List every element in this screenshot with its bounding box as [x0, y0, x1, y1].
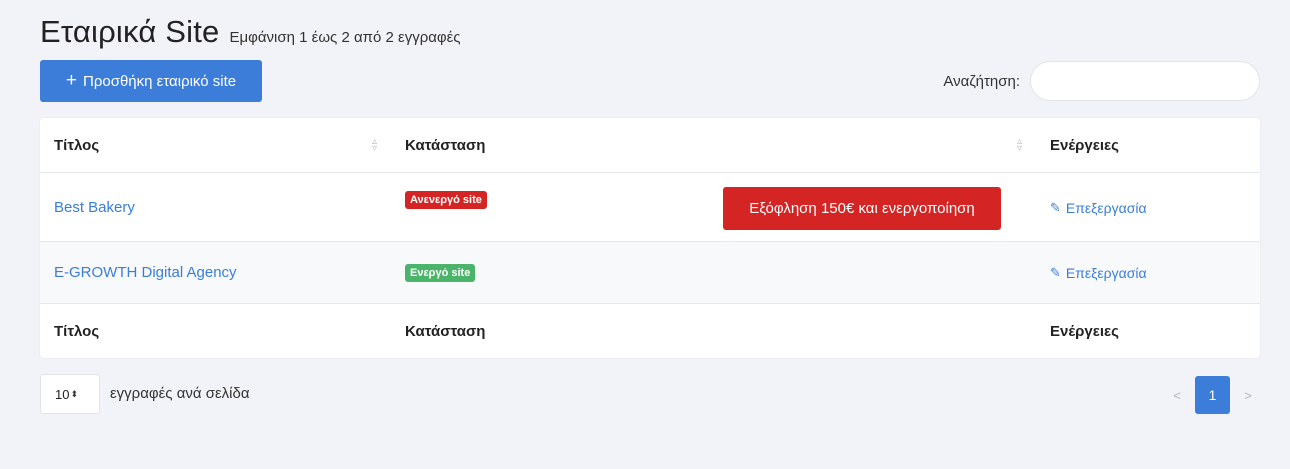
status-badge-inactive: Ανενεργό site — [405, 190, 487, 209]
sites-table-card: Τίτλος ▵ ▿ Κατάσταση ▵ ▿ Ενέργειες Best Ba… — [40, 118, 1260, 358]
edit-link[interactable]: ✎ Επεξεργασία — [1050, 200, 1147, 216]
edit-link[interactable]: ✎ Επεξεργασία — [1050, 265, 1147, 281]
add-site-label: Προσθήκη εταιρικό site — [83, 72, 237, 90]
edit-label: Επεξεργασία — [1065, 265, 1147, 281]
cell-actions: ✎ Επεξεργασία — [1036, 241, 1260, 304]
pagination: < 1 > — [1165, 374, 1260, 416]
column-header-title[interactable]: Τίτλος ▵ ▿ — [40, 118, 391, 173]
edit-label: Επεξεργασία — [1065, 199, 1147, 216]
table-row: E-GROWTH Digital Agency Ενεργό site ✎ Επ… — [40, 241, 1260, 304]
plus-icon: + — [65, 69, 77, 91]
sort-icon[interactable]: ▵ ▿ — [1017, 137, 1022, 154]
site-link-best-bakery[interactable]: Best Bakery — [54, 199, 135, 216]
search-label: Αναζήτηση: — [943, 72, 1020, 90]
records-info: Εμφάνιση 1 έως 2 από 2 εγγραφές — [229, 29, 461, 46]
column-header-status[interactable]: Κατάσταση ▵ ▿ — [391, 118, 1036, 173]
add-site-button[interactable]: + Προσθήκη εταιρικό site — [40, 60, 262, 102]
edit-icon: ✎ — [1050, 199, 1061, 215]
select-arrows-icon: ⬍ — [70, 388, 79, 399]
search-area: Αναζήτηση: — [943, 60, 1260, 102]
edit-icon: ✎ — [1050, 265, 1061, 280]
table-row: Best Bakery Ανενεργό site Εξόφληση 150€ … — [40, 172, 1260, 242]
cell-status: Ενεργό site — [391, 241, 1036, 304]
column-header-title-label: Τίτλος — [54, 136, 100, 154]
search-input[interactable] — [1030, 61, 1260, 101]
pay-activate-button[interactable]: Εξόφληση 150€ και ενεργοποίηση — [723, 187, 1001, 230]
toolbar: + Προσθήκη εταιρικό site Αναζήτηση: — [40, 60, 1260, 104]
page-title: Εταιρικά Site — [40, 14, 220, 49]
footer-column-actions: Ενέργειες — [1036, 303, 1260, 358]
site-link-e-growth[interactable]: E-GROWTH Digital Agency — [54, 264, 237, 281]
status-badge-active: Ενεργό site — [405, 264, 476, 282]
cell-title: Best Bakery — [40, 172, 391, 242]
cell-status: Ανενεργό site Εξόφληση 150€ και ενεργοπο… — [391, 172, 1036, 242]
page-header: Εταιρικά Site Εμφάνιση 1 έως 2 από 2 εγγ… — [40, 14, 1260, 56]
table-footer-row: Τίτλος Κατάσταση Ενέργειες — [40, 303, 1260, 358]
pagination-page-1[interactable]: 1 — [1195, 376, 1230, 414]
pagination-prev[interactable]: < — [1165, 377, 1189, 413]
cell-actions: ✎ Επεξεργασία — [1036, 172, 1260, 242]
table-header-row: Τίτλος ▵ ▿ Κατάσταση ▵ ▿ Ενέργειες — [40, 118, 1260, 173]
sites-table: Τίτλος ▵ ▿ Κατάσταση ▵ ▿ Ενέργειες Best Ba… — [40, 118, 1260, 358]
cell-title: E-GROWTH Digital Agency — [40, 241, 391, 304]
column-header-actions-label: Ενέργειες — [1050, 136, 1119, 154]
page-length-label: εγγραφές ανά σελίδα — [110, 385, 250, 402]
page-length-value: 10 — [55, 386, 70, 402]
footer-column-title: Τίτλος — [40, 303, 391, 358]
footer-column-status: Κατάσταση — [391, 303, 1036, 358]
sort-icon[interactable]: ▵ ▿ — [372, 137, 377, 154]
page: Εταιρικά Site Εμφάνιση 1 έως 2 από 2 εγγ… — [40, 14, 1260, 414]
column-header-actions: Ενέργειες — [1036, 118, 1260, 173]
page-length-select[interactable]: 10 ⬍ — [40, 374, 100, 414]
pagination-next[interactable]: > — [1236, 377, 1260, 413]
table-footer: 10 ⬍ εγγραφές ανά σελίδα < 1 > — [40, 374, 1260, 416]
column-header-status-label: Κατάσταση — [405, 136, 486, 154]
